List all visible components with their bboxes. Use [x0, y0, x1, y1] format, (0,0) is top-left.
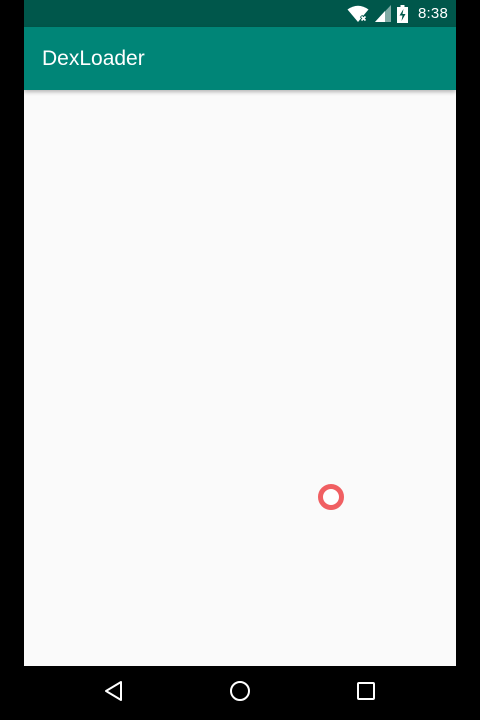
status-clock: 8:38 — [418, 5, 448, 22]
touch-indicator — [318, 484, 344, 510]
app-bar: DexLoader — [24, 27, 456, 90]
wifi-icon — [347, 5, 369, 23]
status-bar: 8:38 — [24, 0, 456, 27]
back-icon — [104, 680, 124, 707]
back-button[interactable] — [84, 666, 144, 720]
navigation-bar — [0, 666, 480, 720]
main-content[interactable] — [24, 90, 456, 666]
recents-button[interactable] — [336, 666, 396, 720]
home-button[interactable] — [210, 666, 270, 720]
battery-charging-icon — [397, 4, 408, 23]
status-icons: 8:38 — [347, 0, 448, 27]
recents-icon — [356, 681, 376, 706]
home-icon — [229, 680, 251, 707]
app-title: DexLoader — [42, 47, 145, 70]
app-screen: 8:38 DexLoader — [24, 0, 456, 666]
cellular-signal-icon — [375, 5, 391, 22]
